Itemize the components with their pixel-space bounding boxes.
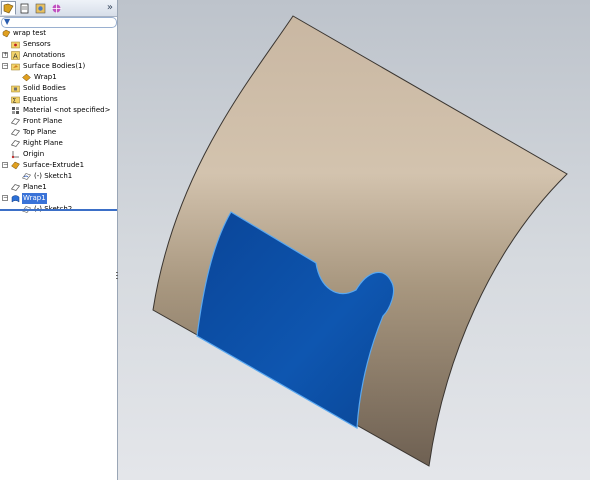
tree-item-label: Wrap1 bbox=[34, 73, 57, 81]
collapse-toggle[interactable]: − bbox=[2, 63, 8, 69]
tree-item-right-plane[interactable]: Right Plane bbox=[0, 138, 117, 149]
filter-icon: ▼ bbox=[4, 17, 11, 26]
feature-tree-icon bbox=[3, 3, 14, 13]
tree-item-top-plane[interactable]: Top Plane bbox=[0, 127, 117, 138]
expand-panel-button[interactable]: » bbox=[107, 2, 113, 14]
tree-item-label: Equations bbox=[23, 95, 58, 103]
origin-icon bbox=[11, 151, 19, 159]
tree-filter-input[interactable]: ▼ bbox=[1, 17, 117, 28]
collapse-toggle[interactable]: − bbox=[2, 162, 8, 168]
tree-item-wrap1-feature[interactable]: − Wrap1 bbox=[0, 193, 117, 204]
tree-item-surface-extrude1[interactable]: − Surface-Extrude1 bbox=[0, 160, 117, 171]
sketch-icon bbox=[22, 173, 31, 180]
tree-item-wrap1-body[interactable]: Wrap1 bbox=[0, 72, 117, 83]
part-icon bbox=[2, 29, 11, 38]
tree-root-part[interactable]: wrap test bbox=[0, 28, 117, 39]
tree-item-front-plane[interactable]: Front Plane bbox=[0, 116, 117, 127]
tree-item-equations[interactable]: Σ Equations bbox=[0, 94, 117, 105]
expand-toggle[interactable]: + bbox=[2, 52, 8, 58]
tree-item-surface-bodies[interactable]: − Surface Bodies(1) bbox=[0, 61, 117, 72]
surface-body-icon bbox=[22, 73, 31, 82]
sensors-folder-icon bbox=[11, 41, 20, 49]
tree-item-label: Top Plane bbox=[23, 128, 57, 136]
plane-icon bbox=[11, 184, 20, 191]
tree-item-label: Annotations bbox=[23, 51, 66, 59]
tree-item-label: (-) Sketch1 bbox=[34, 172, 73, 180]
rollback-bar[interactable] bbox=[0, 209, 117, 211]
plane-icon bbox=[11, 140, 20, 147]
plane-icon bbox=[11, 129, 20, 136]
feature-manager-panel: » ▼ wrap test Sensors + A Annotations − … bbox=[0, 0, 118, 480]
tree-item-label: Sensors bbox=[23, 40, 51, 48]
plane-icon bbox=[11, 118, 20, 125]
material-icon bbox=[12, 107, 19, 114]
wrap-feature-icon bbox=[11, 195, 20, 203]
tree-item-plane1[interactable]: Plane1 bbox=[0, 182, 117, 193]
tree-item-label: Surface Bodies(1) bbox=[23, 62, 86, 70]
tree-root-label: wrap test bbox=[13, 29, 47, 37]
svg-text:Σ: Σ bbox=[13, 98, 17, 105]
dimxpert-icon bbox=[51, 3, 62, 13]
tree-item-label: Surface-Extrude1 bbox=[23, 161, 85, 169]
annotations-icon: A bbox=[11, 51, 20, 60]
tree-item-label: Solid Bodies bbox=[23, 84, 66, 92]
configuration-icon bbox=[35, 3, 46, 13]
tree-item-label: Front Plane bbox=[23, 117, 63, 125]
solid-bodies-folder-icon bbox=[11, 85, 20, 93]
tree-item-label: Right Plane bbox=[23, 139, 63, 147]
tree-item-sensors[interactable]: Sensors bbox=[0, 39, 117, 50]
tree-item-material[interactable]: Material <not specified> bbox=[0, 105, 117, 116]
tree-item-solid-bodies[interactable]: Solid Bodies bbox=[0, 83, 117, 94]
model-view[interactable] bbox=[118, 0, 590, 480]
surface-extrude-icon bbox=[11, 161, 20, 170]
collapse-toggle[interactable]: − bbox=[2, 195, 8, 201]
panel-tab-bar: » bbox=[0, 0, 117, 17]
tab-configuration-manager[interactable] bbox=[33, 1, 48, 15]
tree-item-label: Plane1 bbox=[23, 183, 47, 191]
graphics-area[interactable] bbox=[118, 0, 590, 480]
property-manager-icon bbox=[20, 3, 29, 13]
tree-item-label: Material <not specified> bbox=[23, 106, 111, 114]
svg-text:A: A bbox=[13, 53, 18, 61]
tree-item-label: Origin bbox=[23, 150, 45, 158]
tab-feature-manager[interactable] bbox=[1, 1, 16, 15]
equations-folder-icon: Σ bbox=[11, 96, 20, 105]
tree-item-annotations[interactable]: + A Annotations bbox=[0, 50, 117, 61]
tab-dimxpert-manager[interactable] bbox=[49, 1, 64, 15]
tree-item-sketch1[interactable]: (-) Sketch1 bbox=[0, 171, 117, 182]
tree-item-label-selected: Wrap1 bbox=[22, 193, 47, 204]
tab-property-manager[interactable] bbox=[17, 1, 32, 15]
tree-item-origin[interactable]: Origin bbox=[0, 149, 117, 160]
surface-bodies-folder-icon bbox=[11, 63, 20, 71]
